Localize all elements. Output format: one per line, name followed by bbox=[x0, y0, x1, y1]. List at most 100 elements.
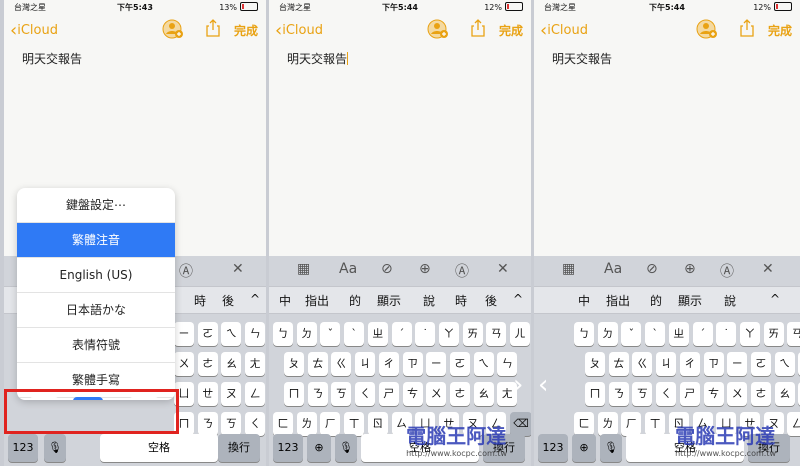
key[interactable]: ㄇ bbox=[585, 382, 605, 406]
space-key[interactable]: 空格 bbox=[100, 434, 218, 462]
close-icon[interactable]: ✕ bbox=[497, 261, 509, 277]
key[interactable]: ㄣ bbox=[245, 322, 266, 346]
sketch-icon[interactable]: Ⓐ bbox=[455, 261, 469, 281]
key[interactable]: ㄓ bbox=[367, 322, 388, 346]
key[interactable]: ㄏ bbox=[621, 412, 642, 436]
key[interactable]: ㄐ bbox=[656, 352, 677, 376]
key[interactable]: ㄖ bbox=[367, 412, 388, 436]
candidate-word[interactable]: 顯示 bbox=[377, 292, 401, 309]
microphone-icon[interactable]: 🎙 bbox=[600, 434, 622, 462]
key[interactable]: ㄅ bbox=[273, 322, 293, 346]
candidate-word[interactable]: 的 bbox=[349, 292, 361, 309]
menu-item-keyboard[interactable]: 繁體注音 bbox=[17, 223, 175, 258]
key[interactable]: ㄍ bbox=[331, 352, 352, 376]
add-person-icon[interactable] bbox=[162, 18, 184, 40]
key[interactable]: ˊ bbox=[391, 322, 412, 346]
key[interactable]: ㄜ bbox=[197, 352, 218, 376]
key[interactable]: ˙ bbox=[716, 322, 737, 346]
key[interactable]: ˇ bbox=[320, 322, 341, 346]
key[interactable]: ㄑ bbox=[355, 382, 376, 406]
key[interactable]: ㄔ bbox=[378, 352, 399, 376]
candidate-word[interactable]: 說 bbox=[423, 292, 435, 309]
candidate-word[interactable]: 後 bbox=[485, 292, 497, 309]
key[interactable]: ㄨ bbox=[426, 382, 447, 406]
key[interactable]: ㄟ bbox=[221, 322, 242, 346]
key[interactable]: ㄔ bbox=[679, 352, 700, 376]
candidate-word[interactable]: 指出 bbox=[606, 292, 630, 309]
key[interactable]: ㄒ bbox=[344, 412, 365, 436]
sketch-icon[interactable]: Ⓐ bbox=[179, 261, 193, 281]
key[interactable]: ㄌ bbox=[597, 412, 618, 436]
menu-item-keyboard[interactable]: 表情符號 bbox=[17, 328, 175, 363]
key[interactable]: ㄞ bbox=[763, 322, 784, 346]
key[interactable]: ㄠ bbox=[473, 382, 494, 406]
back-button[interactable]: ‹iCloud bbox=[10, 20, 58, 41]
candidate-word[interactable]: 中 bbox=[578, 292, 590, 309]
key[interactable]: ㄨ bbox=[727, 382, 748, 406]
key[interactable]: ˋ bbox=[344, 322, 365, 346]
key[interactable]: ㄢ bbox=[787, 322, 800, 346]
key[interactable]: ˙ bbox=[415, 322, 436, 346]
menu-item-keyboard[interactable]: 日本語かな bbox=[17, 293, 175, 328]
key[interactable]: ㄛ bbox=[750, 352, 771, 376]
key[interactable]: ㄝ bbox=[197, 382, 218, 406]
key[interactable]: ㄒ bbox=[645, 412, 666, 436]
key[interactable]: ㄉ bbox=[296, 322, 317, 346]
check-icon[interactable]: ⊘ bbox=[646, 261, 658, 277]
key[interactable]: ㄋ bbox=[608, 382, 629, 406]
key[interactable]: ˋ bbox=[645, 322, 666, 346]
note-text[interactable]: 明天交報告 bbox=[22, 50, 82, 67]
key[interactable]: ㄑ bbox=[245, 412, 266, 436]
key[interactable]: ㄧ bbox=[174, 322, 194, 346]
key[interactable]: ㄧ bbox=[426, 352, 447, 376]
share-icon[interactable] bbox=[206, 19, 220, 37]
key[interactable]: ㄑ bbox=[656, 382, 677, 406]
key[interactable]: ㄢ bbox=[486, 322, 507, 346]
key[interactable]: ㄌ bbox=[296, 412, 317, 436]
numbers-key[interactable]: 123 bbox=[538, 434, 568, 462]
numbers-key[interactable]: 123 bbox=[8, 434, 38, 462]
table-icon[interactable]: ▦ bbox=[562, 261, 575, 277]
key[interactable]: ㄠ bbox=[774, 382, 795, 406]
candidate-word[interactable]: 後 bbox=[222, 292, 234, 309]
share-icon[interactable] bbox=[740, 19, 754, 37]
key[interactable]: ㄚ bbox=[739, 322, 760, 346]
candidate-word[interactable]: 時 bbox=[455, 292, 467, 309]
done-button[interactable]: 完成 bbox=[234, 22, 258, 39]
numbers-key[interactable]: 123 bbox=[273, 434, 303, 462]
add-person-icon[interactable] bbox=[427, 18, 449, 40]
key[interactable]: ㄋ bbox=[197, 412, 218, 436]
back-button[interactable]: ‹iCloud bbox=[540, 20, 588, 41]
chevron-left-icon[interactable]: ‹ bbox=[538, 370, 548, 400]
done-button[interactable]: 完成 bbox=[768, 22, 792, 39]
note-text[interactable]: 明天交報告 bbox=[287, 50, 349, 67]
key[interactable]: ㄆ bbox=[585, 352, 605, 376]
key[interactable]: ㄛ bbox=[449, 352, 470, 376]
candidate-word[interactable]: 的 bbox=[650, 292, 662, 309]
key[interactable]: ㄦ bbox=[510, 322, 530, 346]
format-icon[interactable]: Aa bbox=[339, 261, 357, 277]
table-icon[interactable]: ▦ bbox=[297, 261, 310, 277]
key[interactable]: ㄗ bbox=[402, 352, 423, 376]
key[interactable]: ㄡ bbox=[221, 382, 242, 406]
key[interactable]: ㄊ bbox=[307, 352, 328, 376]
key[interactable]: ㄛ bbox=[197, 322, 218, 346]
key[interactable]: ㄤ bbox=[245, 352, 266, 376]
candidate-word[interactable]: 指出 bbox=[305, 292, 329, 309]
candidate-word[interactable]: 時 bbox=[194, 292, 206, 309]
candidate-word[interactable]: ^ bbox=[250, 292, 260, 306]
key[interactable]: ㄟ bbox=[473, 352, 494, 376]
sketch-icon[interactable]: Ⓐ bbox=[720, 261, 734, 281]
key[interactable]: ㄆ bbox=[284, 352, 304, 376]
globe-icon[interactable]: ⊕ bbox=[572, 434, 596, 462]
plus-icon[interactable]: ⊕ bbox=[684, 261, 696, 277]
key[interactable]: ㄈ bbox=[273, 412, 293, 436]
format-icon[interactable]: Aa bbox=[604, 261, 622, 277]
key[interactable]: ㄏ bbox=[320, 412, 341, 436]
key[interactable]: ㄞ bbox=[462, 322, 483, 346]
key[interactable]: ㄨ bbox=[174, 352, 194, 376]
menu-item-keyboard[interactable]: English (US) bbox=[17, 258, 175, 293]
key[interactable]: ㄘ bbox=[703, 382, 724, 406]
key[interactable]: ㄜ bbox=[750, 382, 771, 406]
key[interactable]: ˇ bbox=[621, 322, 642, 346]
